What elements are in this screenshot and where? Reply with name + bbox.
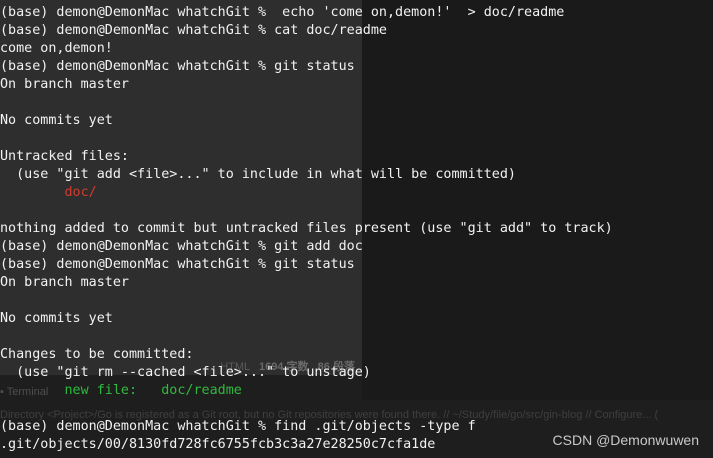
terminal-line: (base) demon@DemonMac whatchGit % git st… — [0, 257, 355, 272]
terminal-line: (base) demon@DemonMac whatchGit % echo '… — [0, 5, 565, 20]
terminal-output[interactable]: (base) demon@DemonMac whatchGit % echo '… — [0, 4, 713, 454]
terminal-line: No commits yet — [0, 113, 113, 128]
terminal-line: doc/ — [0, 185, 97, 200]
terminal-line: (use "git rm --cached <file>..." to unst… — [0, 365, 371, 380]
terminal-line: Changes to be committed: — [0, 347, 194, 362]
terminal-window[interactable]: HTML 1694 字数 86 段落 ▪ Terminal Directory … — [0, 0, 713, 458]
terminal-line: come on,demon! — [0, 41, 113, 56]
terminal-line: Untracked files: — [0, 149, 129, 164]
terminal-line: On branch master — [0, 275, 129, 290]
terminal-line: On branch master — [0, 77, 129, 92]
watermark: CSDN @Demonwuwen — [552, 432, 699, 448]
terminal-line: (base) demon@DemonMac whatchGit % git ad… — [0, 239, 363, 254]
terminal-line: (base) demon@DemonMac whatchGit % cat do… — [0, 23, 387, 38]
terminal-line: (base) demon@DemonMac whatchGit % git st… — [0, 59, 355, 74]
terminal-line: nothing added to commit but untracked fi… — [0, 221, 613, 236]
terminal-line: No commits yet — [0, 311, 113, 326]
terminal-line: new file: doc/readme — [0, 383, 242, 398]
terminal-line: (use "git add <file>..." to include in w… — [0, 167, 516, 182]
